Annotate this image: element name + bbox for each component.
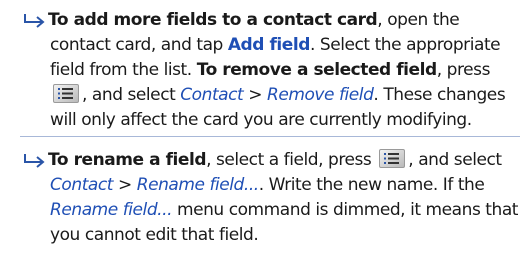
instruction-heading: To rename a field (48, 150, 207, 170)
text-line: To add more fields to a contact card, op… (0, 8, 525, 33)
text-line: Rename field... menu command is dimmed, … (50, 200, 519, 220)
text-line: Contact > Rename field.... Write the new… (50, 175, 485, 195)
menu-path-contact: Contact (180, 85, 244, 105)
return-arrow-icon (22, 148, 48, 169)
text-line: contact card, and tap Add field. Select … (50, 35, 501, 55)
text-line: , and select Contact > Remove field. The… (0, 83, 525, 108)
divider (20, 136, 520, 137)
menu-path-contact: Contact (50, 175, 113, 195)
menu-key-icon (53, 84, 79, 103)
menu-path-rename-field: Rename field... (136, 175, 259, 195)
instruction-heading: To add more fields to a contact card (48, 10, 378, 30)
text-line: To rename a field, select a field, press… (0, 148, 525, 173)
return-arrow-icon (22, 8, 48, 29)
text-line: will only affect the card you are curren… (50, 110, 472, 130)
menu-path-remove-field: Remove field (266, 85, 374, 105)
menu-key-icon (379, 149, 406, 168)
add-field-command: Add field (227, 35, 311, 55)
menu-command-rename-field: Rename field... (50, 200, 173, 220)
text-line: field from the list. To remove a selecte… (50, 60, 490, 80)
tip-add-remove-field: To add more fields to a contact card, op… (0, 8, 525, 133)
text-line: you cannot edit that field. (50, 225, 259, 245)
tip-rename-field: To rename a field, select a field, press… (0, 148, 525, 248)
instruction-heading: To remove a selected field (196, 60, 437, 80)
